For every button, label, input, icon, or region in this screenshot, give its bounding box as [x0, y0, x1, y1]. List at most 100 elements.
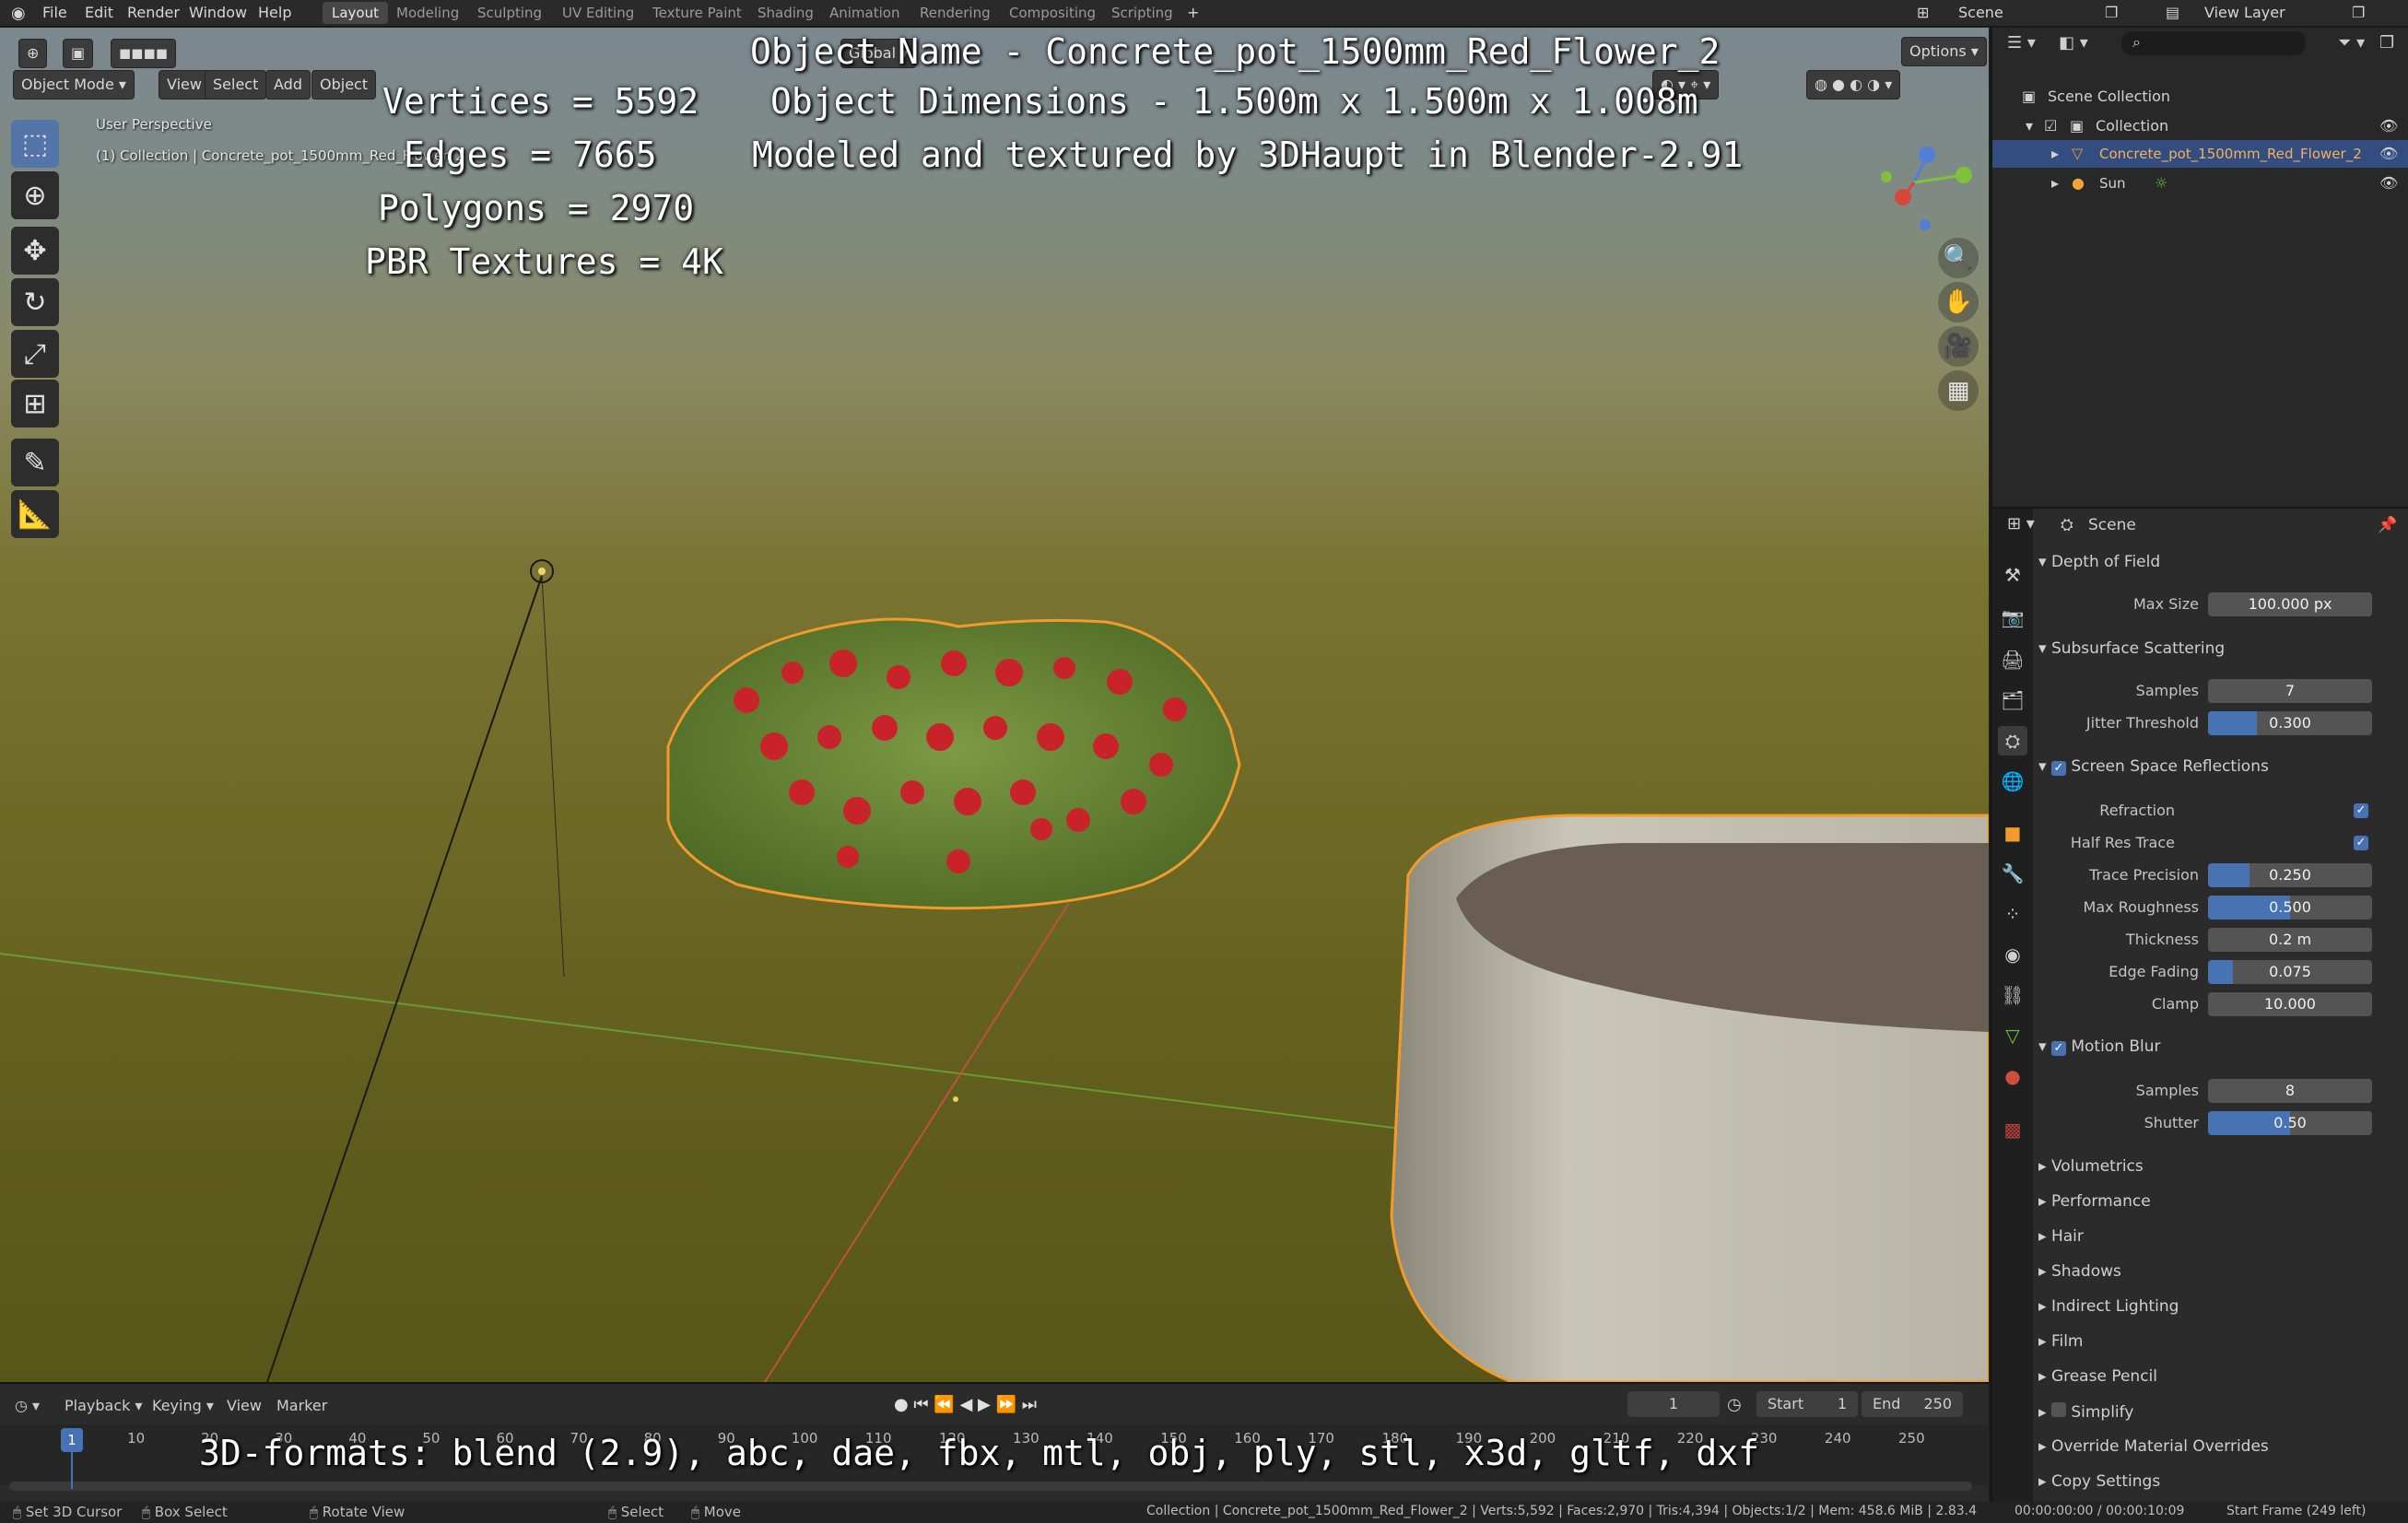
ssr-checkbox[interactable]: ✓ [2050, 761, 2066, 776]
start-frame-field[interactable]: Start 1 [1756, 1391, 1858, 1417]
modifier-tab-icon[interactable]: 🔧 [1998, 859, 2027, 888]
camera-view-icon[interactable]: 🎥 [1938, 326, 1979, 367]
menu-edit[interactable]: Edit [85, 4, 113, 21]
edge-fading-slider[interactable]: 0.075 [2208, 960, 2372, 984]
menu-add[interactable]: Add [265, 70, 311, 100]
shutter-slider[interactable]: 0.50 [2208, 1111, 2372, 1135]
material-tab-icon[interactable]: ● [1998, 1061, 2027, 1091]
panel-shadows[interactable]: ▸ Shadows [2038, 1262, 2121, 1281]
outliner-editor-icon[interactable]: ☰ ▾ [2007, 33, 2036, 53]
new-view-layer-icon[interactable]: ❐ [2352, 4, 2365, 21]
new-scene-icon[interactable]: ❐ [2105, 4, 2118, 21]
panel-indirect-lighting[interactable]: ▸ Indirect Lighting [2038, 1297, 2179, 1316]
measure-tool-icon[interactable]: 📐 [11, 490, 59, 538]
navigation-gizmo[interactable] [1874, 129, 1975, 230]
mode-selector[interactable]: Object Mode ▾ [13, 70, 135, 100]
menu-render[interactable]: Render [127, 4, 180, 21]
outliner-item-pot[interactable]: ▸ ▽ Concrete_pot_1500mm_Red_Flower_2 👁 [1992, 140, 2408, 168]
tab-layout[interactable]: Layout [323, 2, 388, 24]
expand-icon[interactable]: ▸ [2051, 170, 2059, 197]
outliner-collection[interactable]: ▾ ☑ ▣ Collection 👁 [1992, 112, 2408, 140]
view-layer-icon[interactable]: ▤ [2166, 4, 2179, 21]
visibility-eye-icon[interactable]: 👁 [2379, 140, 2398, 168]
visibility-eye-icon[interactable]: 👁 [2379, 170, 2398, 197]
mb-samples-field[interactable]: 8 [2208, 1079, 2372, 1103]
panel-sss-header[interactable]: ▾ Subsurface Scattering [2038, 639, 2225, 658]
panel-dof-header[interactable]: ▾ Depth of Field [2038, 553, 2160, 571]
new-collection-icon[interactable]: ❐ [2379, 33, 2394, 53]
menu-help[interactable]: Help [258, 4, 291, 21]
refraction-checkbox[interactable]: ✓ [2354, 803, 2368, 818]
panel-copy-settings[interactable]: ▸ Copy Settings [2038, 1472, 2160, 1491]
timeline-scrollbar[interactable] [9, 1482, 1972, 1491]
outliner-item-sun[interactable]: ▸ ● Sun ☼ 👁 [1992, 170, 2408, 197]
output-tab-icon[interactable]: 🖨 [1998, 645, 2027, 674]
menu-view[interactable]: View [159, 70, 210, 100]
tab-shading[interactable]: Shading [748, 2, 823, 24]
select-tool-icon[interactable]: ▣ [63, 39, 94, 68]
render-tab-icon[interactable]: 📷 [1998, 603, 2027, 632]
playback-controls[interactable]: ● ⏮ ⏪ ◀ ▶ ⏩ ⏭ [894, 1395, 1037, 1414]
menu-select[interactable]: Select [205, 70, 267, 100]
panel-material-overrides[interactable]: ▸ Override Material Overrides [2038, 1437, 2269, 1456]
menu-file[interactable]: File [42, 4, 67, 21]
zoom-icon[interactable]: 🔍 [1938, 238, 1979, 278]
tab-sculpting[interactable]: Sculpting [468, 2, 551, 24]
add-workspace-icon[interactable]: + [1187, 4, 1199, 21]
panel-ssr-header[interactable]: ▾ ✓ Screen Space Reflections [2038, 757, 2269, 776]
panel-motion-blur-header[interactable]: ▾ ✓ Motion Blur [2038, 1037, 2161, 1056]
menu-keying[interactable]: Keying ▾ [152, 1397, 214, 1414]
cursor-tool-icon[interactable]: ⊕ [11, 171, 59, 219]
scene-tab-icon[interactable]: ⛭ [1998, 726, 2027, 756]
select-box-tool-icon[interactable]: ⬚ [11, 120, 59, 168]
view-layer-selector[interactable]: View Layer [2204, 4, 2285, 21]
panel-volumetrics[interactable]: ▸ Volumetrics [2038, 1157, 2144, 1176]
collection-checkbox-icon[interactable]: ☑ [2044, 112, 2057, 140]
display-mode-icon[interactable]: ◧ ▾ [2059, 33, 2088, 53]
current-frame-field[interactable]: 1 [1627, 1391, 1720, 1417]
tab-compositing[interactable]: Compositing [1000, 2, 1105, 24]
expand-icon[interactable]: ▸ [2051, 140, 2059, 168]
rotate-tool-icon[interactable]: ↻ [11, 278, 59, 326]
max-size-field[interactable]: 100.000 px [2208, 592, 2372, 616]
filter-icon[interactable]: ⏷ ▾ [2338, 33, 2365, 53]
panel-hair[interactable]: ▸ Hair [2038, 1227, 2084, 1246]
3d-viewport[interactable]: ⊕ ▣ ◼◼◼◼ Object Mode ▾ View Select Add O… [0, 28, 1989, 1382]
scale-tool-icon[interactable]: ⤢ [11, 330, 59, 378]
particles-tab-icon[interactable]: ⁘ [1998, 899, 2027, 929]
tab-modeling[interactable]: Modeling [387, 2, 468, 24]
tab-animation[interactable]: Animation [820, 2, 909, 24]
shading-mode-buttons[interactable]: ◍ ● ◐ ◑ ▾ [1806, 70, 1901, 100]
scene-selector[interactable]: Scene [1958, 4, 2003, 21]
transform-tool-icon[interactable]: ⊞ [11, 380, 59, 428]
max-roughness-slider[interactable]: 0.500 [2208, 896, 2372, 920]
tool-tab-icon[interactable]: ⚒ [1998, 560, 2027, 590]
sss-samples-field[interactable]: 7 [2208, 679, 2372, 703]
selection-mode-icons[interactable]: ◼◼◼◼ [111, 39, 177, 68]
menu-marker[interactable]: Marker [276, 1397, 327, 1414]
blender-logo-icon[interactable]: ◉ [11, 4, 26, 23]
annotate-tool-icon[interactable]: ✎ [11, 439, 59, 486]
tab-uv-editing[interactable]: UV Editing [553, 2, 643, 24]
physics-tab-icon[interactable]: ◉ [1998, 940, 2027, 969]
menu-playback[interactable]: Playback ▾ [65, 1397, 143, 1414]
timeline-editor-icon[interactable]: ◷ ▾ [15, 1397, 40, 1414]
jitter-threshold-slider[interactable]: 0.300 [2208, 711, 2372, 735]
menu-timeline-view[interactable]: View [227, 1397, 262, 1414]
pan-hand-icon[interactable]: ✋ [1938, 282, 1979, 322]
panel-film[interactable]: ▸ Film [2038, 1332, 2084, 1351]
ortho-grid-icon[interactable]: ▦ [1938, 370, 1979, 411]
expand-icon[interactable]: ▾ [2026, 112, 2033, 140]
panel-grease-pencil[interactable]: ▸ Grease Pencil [2038, 1367, 2157, 1386]
visibility-eye-icon[interactable]: 👁 [2379, 112, 2398, 140]
pin-icon[interactable]: 📌 [2378, 516, 2397, 534]
world-tab-icon[interactable]: 🌐 [1998, 767, 2027, 796]
menu-window[interactable]: Window [189, 4, 247, 21]
view-layer-tab-icon[interactable]: 🗂 [1998, 685, 2027, 715]
outliner-search-input[interactable]: ⌕ [2121, 31, 2306, 55]
clock-icon[interactable]: ◷ [1727, 1395, 1742, 1414]
scene-icon[interactable]: ⊞ [1917, 4, 1929, 21]
panel-simplify[interactable]: ▸ Simplify [2038, 1402, 2133, 1422]
tab-scripting[interactable]: Scripting [1102, 2, 1182, 24]
move-tool-icon[interactable]: ✥ [11, 227, 59, 275]
